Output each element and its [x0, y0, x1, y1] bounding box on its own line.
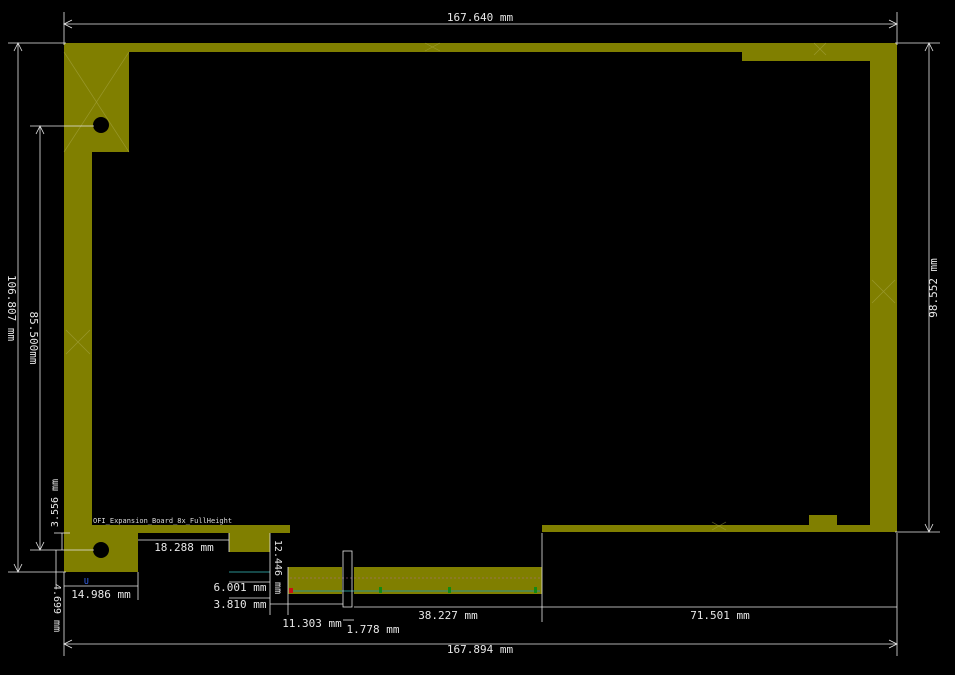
dim-12446: 12.446 mm [272, 540, 283, 594]
dim-inner-height: 85.500mm [27, 312, 40, 365]
dim-3556: 3.556 mm [50, 479, 61, 527]
dim-38227: 38.227 mm [418, 609, 478, 622]
dim-1778: 1.778 mm [347, 623, 400, 636]
pad-red [289, 588, 293, 593]
pad-green-1 [379, 587, 382, 593]
dimension-lines [8, 12, 940, 656]
pad-green-3 [534, 587, 537, 593]
fill-markers [63, 42, 896, 531]
edge-connector-left [288, 567, 342, 594]
dim-11303: 11.303 mm [282, 617, 342, 630]
dim-4699: 4.699 mm [51, 584, 62, 632]
mounting-hole-bottom [93, 542, 109, 558]
mounting-hole-top [93, 117, 109, 133]
copper-frame [64, 43, 897, 572]
pcb-layout-canvas[interactable]: 167.640 mm 167.894 mm 98.552 mm 106.807 … [0, 0, 955, 675]
dim-14986: 14.986 mm [71, 588, 131, 601]
dim-71501: 71.501 mm [690, 609, 750, 622]
dim-right-height: 98.552 mm [927, 258, 940, 318]
dim-left-height: 106.807 mm [5, 275, 18, 342]
dim-top-width: 167.640 mm [447, 11, 514, 24]
dim-bottom-width: 167.894 mm [447, 643, 514, 656]
pad-green-2 [448, 587, 451, 593]
dim-3810: 3.810 mm [214, 598, 267, 611]
board-copper [63, 42, 897, 594]
dim-18288: 18.288 mm [154, 541, 214, 554]
dim-6001: 6.001 mm [214, 581, 267, 594]
board-name-label: OFI_Expansion_Board_8x_FullHeight [93, 517, 232, 525]
ref-marker-label: U [84, 577, 89, 586]
